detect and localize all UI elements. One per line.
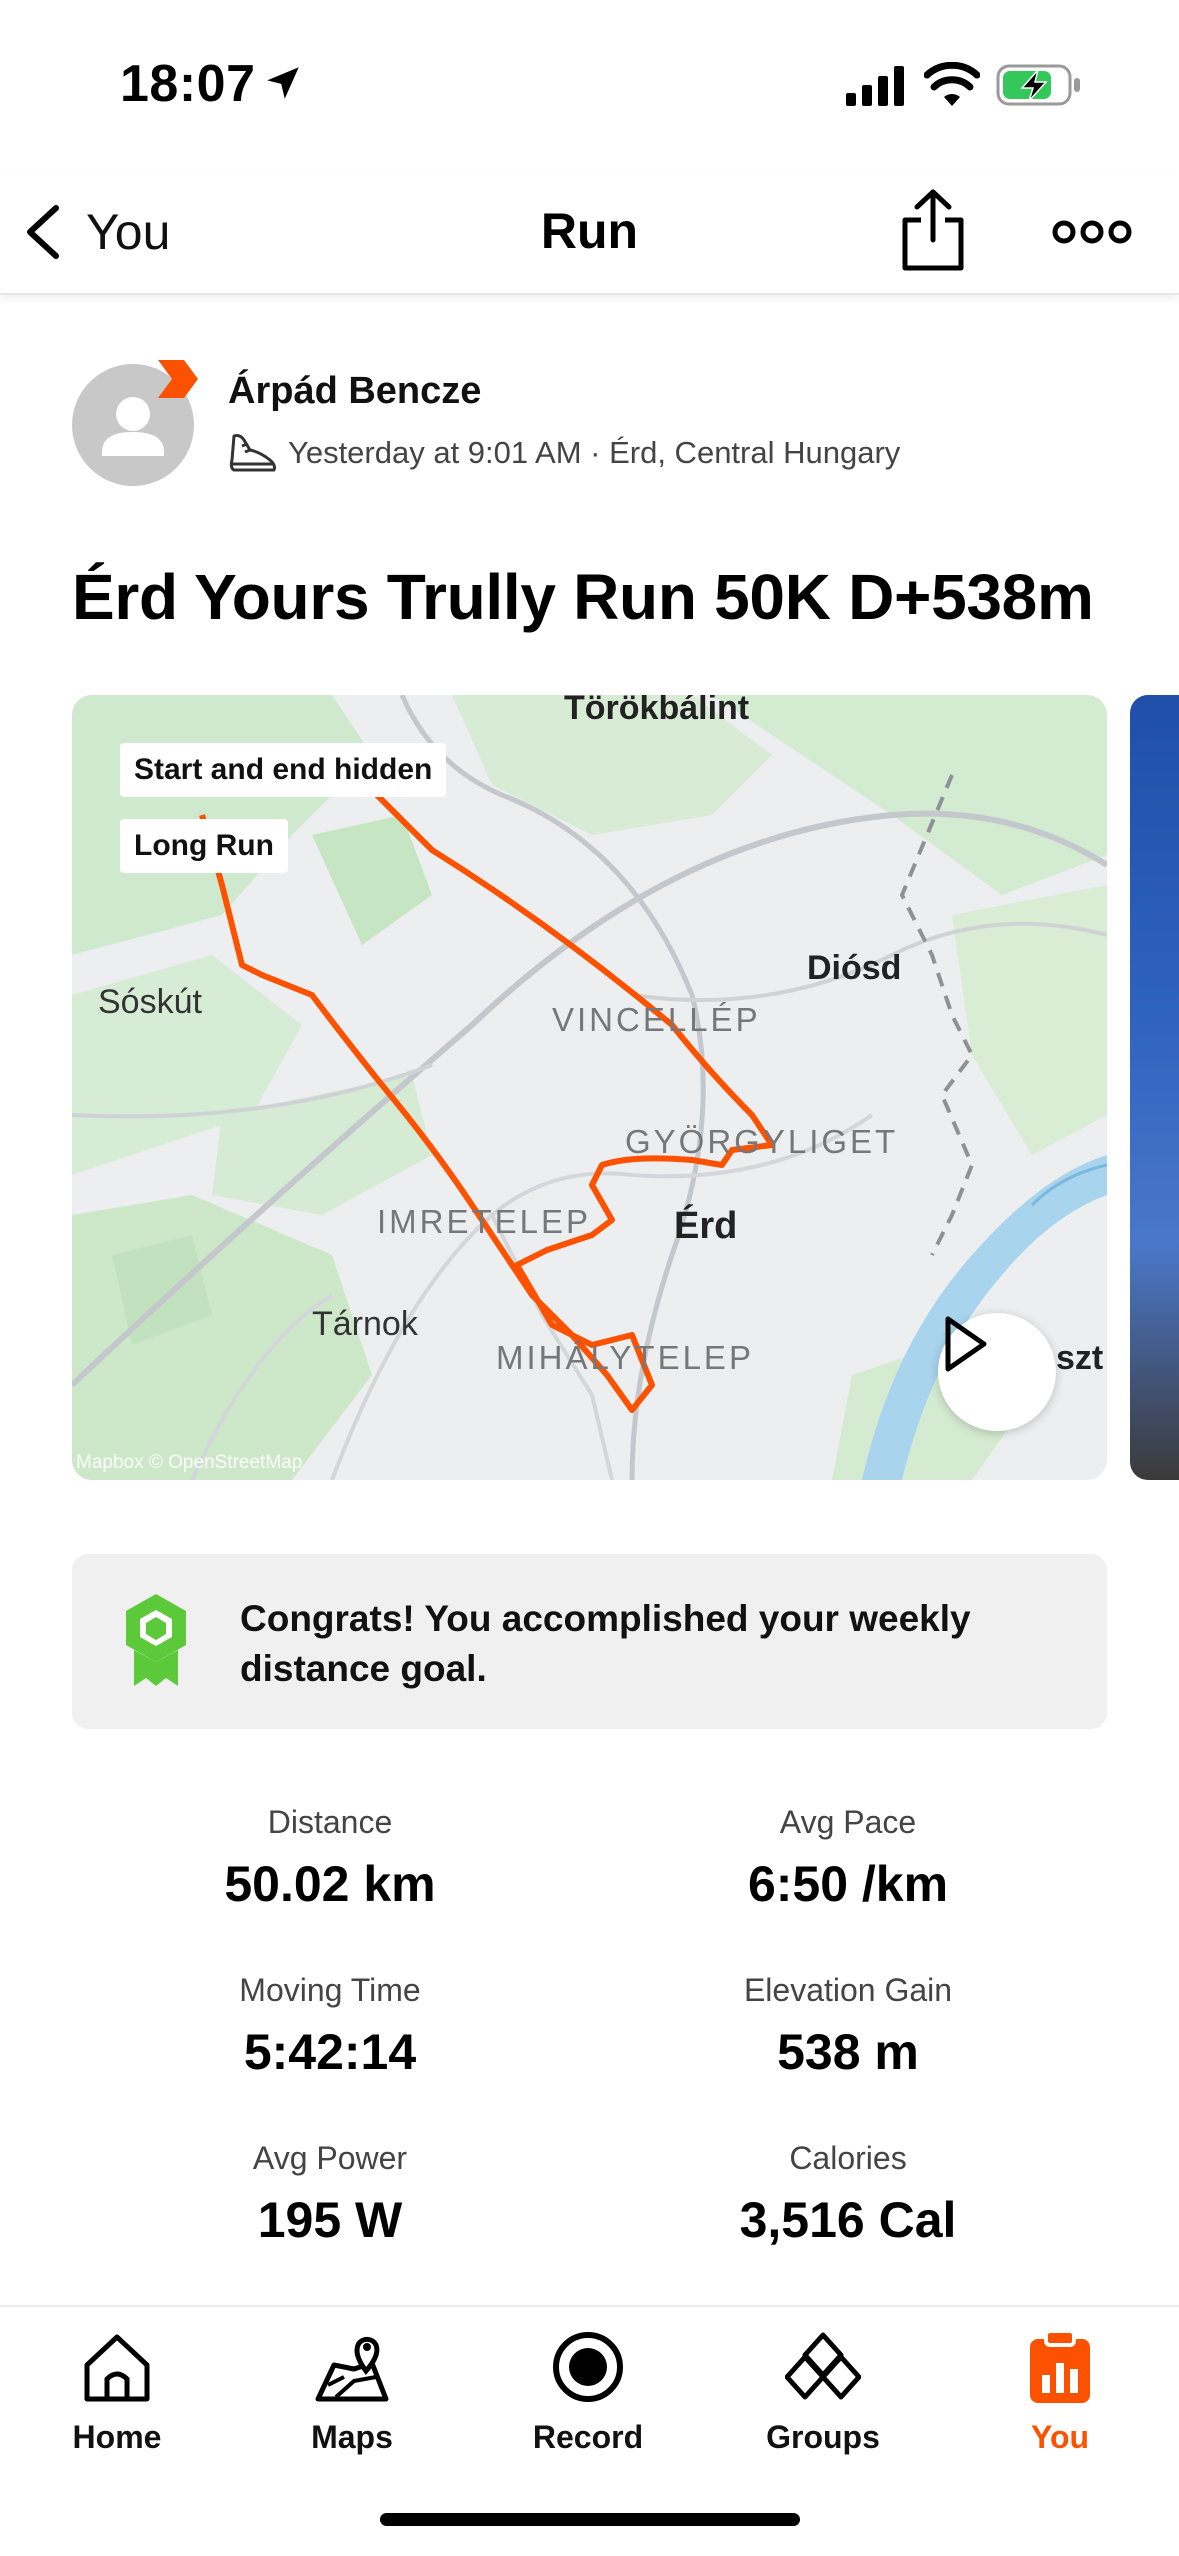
tab-home[interactable]: Home: [17, 2327, 217, 2456]
tab-you[interactable]: You: [960, 2327, 1160, 2456]
stat-label: Calories: [789, 2140, 907, 2176]
play-icon: [945, 1316, 987, 1372]
place-szt: szt: [1056, 1339, 1104, 1377]
place-torokbalint: Törökbálint: [564, 695, 750, 727]
stat-label: Moving Time: [239, 1972, 421, 2008]
you-icon: [1030, 2329, 1090, 2403]
place-mihalytelep: MIHÁLYTELEP: [496, 1339, 754, 1376]
place-tarnok: Tárnok: [312, 1305, 418, 1343]
record-icon: [553, 2332, 623, 2402]
stat-value: 50.02 km: [224, 1856, 436, 1912]
goal-badge-icon: [126, 1594, 186, 1686]
nav-bar: You Run: [0, 170, 1179, 295]
stat-calories: Calories 3,516 Cal: [588, 2140, 1108, 2249]
subscriber-badge-icon: [158, 360, 198, 398]
home-indicator: [380, 2513, 800, 2526]
stat-value: 538 m: [777, 2024, 919, 2080]
tab-label: Maps: [311, 2419, 393, 2455]
battery-charging-icon: [996, 64, 1080, 106]
stat-value: 3,516 Cal: [739, 2192, 957, 2248]
place-vincellep: VINCELLÉP: [552, 1001, 761, 1038]
run-shoe-icon: [229, 434, 276, 472]
status-time: 18:07: [120, 55, 256, 113]
stat-label: Avg Pace: [779, 1804, 917, 1840]
stat-value: 195 W: [257, 2192, 403, 2248]
tab-maps[interactable]: Maps: [252, 2327, 452, 2456]
stat-avg-pace: Avg Pace 6:50 /km: [588, 1804, 1108, 1913]
place-imretelep: IMRETELEP: [377, 1203, 592, 1240]
page-title: Run: [540, 203, 639, 259]
activity-photo-peek[interactable]: [1130, 695, 1179, 1480]
stat-avg-power: Avg Power 195 W: [70, 2140, 590, 2249]
stat-value: 5:42:14: [243, 2024, 417, 2080]
tab-groups[interactable]: Groups: [723, 2327, 923, 2456]
stat-distance: Distance 50.02 km: [70, 1804, 590, 1913]
more-options-icon[interactable]: [1052, 204, 1132, 260]
activity-meta: Yesterday at 9:01 AM · Érd, Central Hung…: [226, 430, 900, 476]
stat-moving-time: Moving Time 5:42:14: [70, 1972, 590, 2081]
stat-elevation-gain: Elevation Gain 538 m: [588, 1972, 1108, 2081]
place-soskut: Sóskút: [98, 983, 202, 1021]
wifi-icon: [924, 62, 980, 106]
groups-icon: [785, 2332, 861, 2400]
home-icon: [84, 2334, 150, 2402]
start-end-hidden-tag: Start and end hidden: [120, 743, 447, 797]
tab-label: Groups: [766, 2419, 880, 2455]
activity-title: Érd Yours Trully Run 50K D+538m: [72, 561, 1094, 633]
stat-value: 6:50 /km: [747, 1856, 949, 1912]
cellular-signal-icon: [846, 66, 904, 106]
maps-icon: [315, 2336, 389, 2402]
stat-label: Elevation Gain: [743, 1972, 953, 2008]
activity-map[interactable]: Start and end hidden Long Run Törökbálin…: [72, 695, 1107, 1480]
place-diosd: Diósd: [807, 949, 902, 987]
goal-congrats-banner: Congrats! You accomplished your weekly d…: [72, 1554, 1107, 1729]
stat-label: Distance: [267, 1804, 393, 1840]
stat-label: Avg Power: [252, 2140, 408, 2176]
activity-date-location: Yesterday at 9:01 AM · Érd, Central Hung…: [288, 435, 901, 470]
workout-type-tag: Long Run: [120, 819, 288, 873]
tab-label: You: [1030, 2419, 1090, 2455]
tab-label: Home: [72, 2419, 162, 2455]
place-gyorgyliget: GYÖRGYLIGET: [625, 1123, 899, 1160]
map-attribution: Mapbox © OpenStreetMap: [76, 1452, 303, 1473]
play-flyover-button[interactable]: [938, 1313, 1056, 1431]
tab-record[interactable]: Record: [488, 2327, 688, 2456]
location-arrow-icon: [267, 67, 299, 99]
athlete-name[interactable]: Árpád Bencze: [228, 370, 481, 413]
share-icon[interactable]: [895, 188, 971, 272]
place-erd: Érd: [674, 1205, 738, 1247]
tab-label: Record: [532, 2419, 644, 2455]
status-bar: 18:07: [0, 0, 1179, 170]
congrats-text: Congrats! You accomplished your weekly d…: [240, 1598, 971, 1689]
